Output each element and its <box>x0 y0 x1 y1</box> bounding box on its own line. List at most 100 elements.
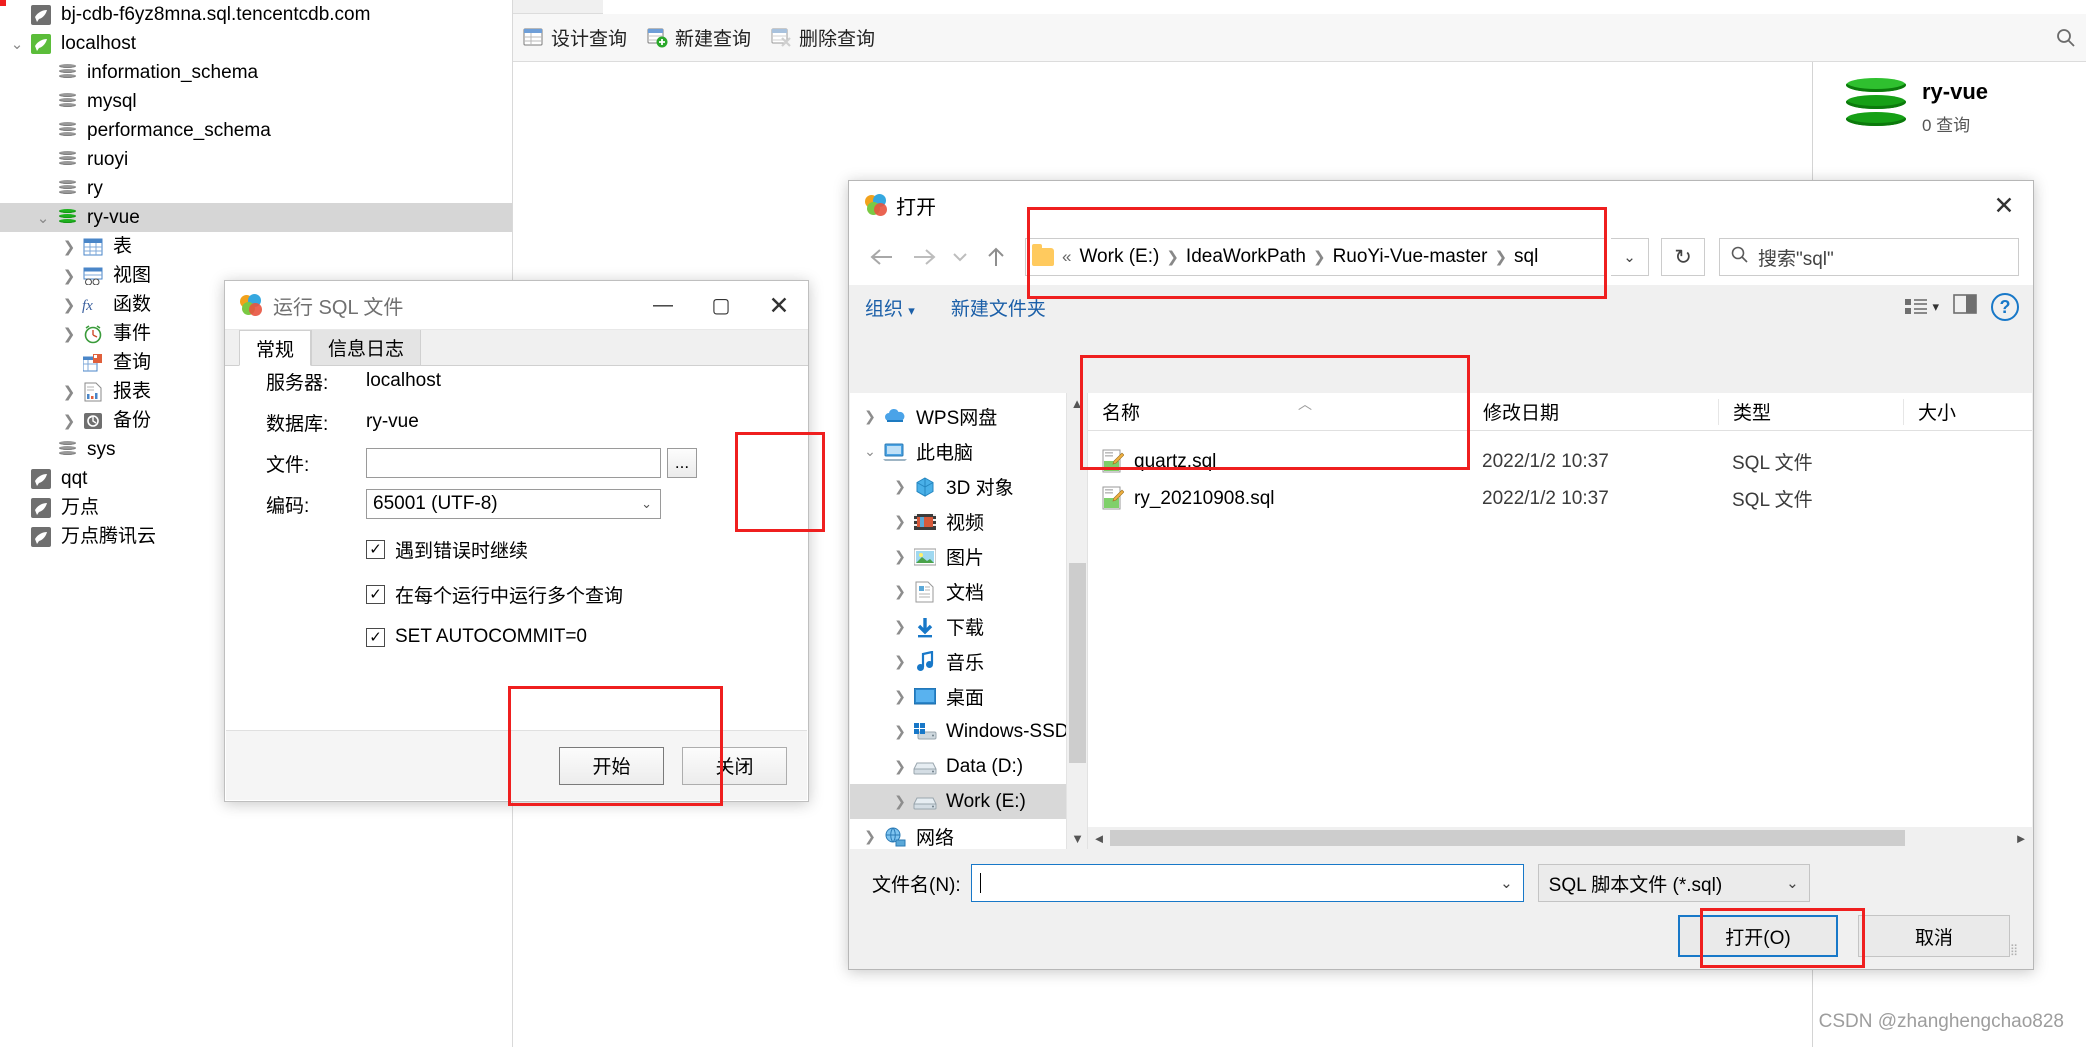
resize-grip[interactable]: ⣿ <box>2010 945 2024 962</box>
tree-item-information_schema[interactable]: ❯information_schema <box>0 58 512 87</box>
nav-pane-item-6[interactable]: ❯ 下载 <box>850 609 1066 644</box>
chevron-right-icon[interactable]: ❯ <box>58 325 80 343</box>
chevron-right-icon[interactable]: ❯ <box>58 383 80 401</box>
nav-pane-item-11[interactable]: ❯ Work (E:) <box>850 784 1066 819</box>
design-query-button[interactable]: 设计查询 <box>523 24 627 51</box>
tree-item-performance_schema[interactable]: ❯performance_schema <box>0 116 512 145</box>
file-path-input[interactable] <box>366 448 661 478</box>
breadcrumb[interactable]: « Work (E:) ❯ IdeaWorkPath ❯ RuoYi-Vue-m… <box>1025 238 1607 276</box>
preview-pane-button[interactable] <box>1953 294 1977 320</box>
nav-pane-item-12[interactable]: ❯ 网络 <box>850 819 1066 849</box>
open-button[interactable]: 打开(O) <box>1678 915 1838 957</box>
view-layout-button[interactable]: ▾ <box>1905 298 1939 316</box>
table-row[interactable]: quartz.sql 2022/1/2 10:37 SQL 文件 <box>1088 445 2032 478</box>
breadcrumb-item-2[interactable]: RuoYi-Vue-master <box>1333 246 1488 268</box>
navigation-pane-scrollbar[interactable]: ▲ ▼ <box>1066 393 1087 849</box>
tab-general[interactable]: 常规 <box>239 330 312 366</box>
tree-item-ry[interactable]: ❯ry <box>0 174 512 203</box>
chevron-right-icon[interactable]: ❯ <box>888 478 912 495</box>
column-header-type[interactable]: 类型 <box>1718 398 1903 425</box>
chevron-right-icon[interactable]: ❯ <box>888 758 912 775</box>
chevron-right-icon[interactable]: ❯ <box>58 296 80 314</box>
query-search-icon[interactable] <box>2046 22 2086 54</box>
maximize-button[interactable]: ▢ <box>692 281 750 330</box>
tree-item-ry-vue[interactable]: ⌄ ry-vue <box>0 203 512 232</box>
breadcrumb-item-3[interactable]: sql <box>1514 246 1538 268</box>
nav-pane-item-2[interactable]: ❯ 3D 对象 <box>850 469 1066 504</box>
navigation-pane[interactable]: ❯ WPS网盘 ⌄ 此电脑 ❯ 3D 对象 ❯ 视频 ❯ 图片 ❯ 文档 ❯ 下载 ❯ 音乐 ❯ 桌面 ❯ Windo… <box>850 393 1066 849</box>
chevron-right-icon[interactable]: ❯ <box>888 793 912 810</box>
organize-button[interactable]: 组织 ▾ <box>865 294 915 321</box>
new-query-button[interactable]: 新建查询 <box>647 24 751 51</box>
chevron-right-icon[interactable]: ❯ <box>888 618 912 635</box>
refresh-icon[interactable]: ↻ <box>1661 238 1705 276</box>
encoding-select[interactable]: 65001 (UTF-8) ⌄ <box>366 489 661 519</box>
new-folder-button[interactable]: 新建文件夹 <box>951 294 1046 321</box>
scroll-up-icon[interactable]: ▲ <box>1067 393 1087 414</box>
nav-pane-item-9[interactable]: ❯ Windows-SSD ( <box>850 714 1066 749</box>
chevron-down-icon[interactable]: ⌄ <box>32 209 54 227</box>
chevron-down-icon[interactable]: ⌄ <box>858 443 882 460</box>
nav-pane-item-0[interactable]: ❯ WPS网盘 <box>850 399 1066 434</box>
nav-pane-item-8[interactable]: ❯ 桌面 <box>850 679 1066 714</box>
chevron-right-icon[interactable]: ❯ <box>888 688 912 705</box>
chevron-right-icon[interactable]: ❯ <box>888 653 912 670</box>
tab-message-log[interactable]: 信息日志 <box>311 329 422 365</box>
close-icon[interactable]: ✕ <box>1975 181 2033 230</box>
forward-button[interactable] <box>905 238 943 276</box>
scroll-left-icon[interactable]: ◄ <box>1088 828 1110 849</box>
help-icon[interactable]: ? <box>1991 293 2019 321</box>
chevron-right-icon[interactable]: ❯ <box>58 238 80 256</box>
chevron-right-icon[interactable]: ❯ <box>888 583 912 600</box>
delete-query-button[interactable]: 删除查询 <box>771 24 875 51</box>
close-button[interactable]: ✕ <box>750 281 808 330</box>
tree-item-mysql[interactable]: ❯mysql <box>0 87 512 116</box>
up-button[interactable] <box>977 238 1015 276</box>
back-button[interactable] <box>863 238 901 276</box>
scrollbar-thumb[interactable] <box>1110 830 1905 846</box>
tree-item-bj-cdb-f6yz8mna.sql.tencentcdb.com[interactable]: ❯ bj-cdb-f6yz8mna.sql.tencentcdb.com <box>0 0 512 29</box>
breadcrumb-item-0[interactable]: Work (E:) <box>1079 246 1159 268</box>
chevron-right-icon[interactable]: ❯ <box>888 723 912 740</box>
nav-pane-item-3[interactable]: ❯ 视频 <box>850 504 1066 539</box>
nav-pane-item-5[interactable]: ❯ 文档 <box>850 574 1066 609</box>
chevron-down-icon[interactable]: ⌄ <box>6 35 28 53</box>
chevron-right-icon[interactable]: ❯ <box>888 548 912 565</box>
file-type-filter-select[interactable]: SQL 脚本文件 (*.sql) ⌄ <box>1537 864 1810 902</box>
nav-pane-item-7[interactable]: ❯ 音乐 <box>850 644 1066 679</box>
chevron-right-icon[interactable]: ❯ <box>858 828 882 845</box>
chevron-down-icon[interactable]: ⌄ <box>1500 874 1513 892</box>
close-dialog-button[interactable]: 关闭 <box>682 746 787 785</box>
cancel-button[interactable]: 取消 <box>1858 915 2010 957</box>
tree-item-表[interactable]: ❯ 表 <box>0 232 512 261</box>
scroll-down-icon[interactable]: ▼ <box>1067 828 1088 849</box>
tree-item-localhost[interactable]: ⌄ localhost <box>0 29 512 58</box>
breadcrumb-dropdown-icon[interactable]: ⌄ <box>1611 238 1649 276</box>
file-list[interactable]: 名称 修改日期 类型 大小 ︿ quartz.sql 2022/1/2 10:3… <box>1087 393 2032 849</box>
filename-input[interactable]: ⌄ <box>970 864 1524 902</box>
chevron-right-icon[interactable]: ❯ <box>58 412 80 430</box>
browse-file-button[interactable]: ... <box>667 448 697 478</box>
breadcrumb-overflow[interactable]: « <box>1062 247 1071 267</box>
recent-locations-button[interactable] <box>947 238 973 276</box>
scroll-right-icon[interactable]: ► <box>2010 828 2032 849</box>
start-button[interactable]: 开始 <box>559 746 664 785</box>
scrollbar-thumb[interactable] <box>1069 563 1086 763</box>
chevron-right-icon[interactable]: ❯ <box>858 408 882 425</box>
chevron-right-icon[interactable]: ❯ <box>58 267 80 285</box>
minimize-button[interactable]: — <box>634 281 692 330</box>
chevron-right-icon[interactable]: ❯ <box>888 513 912 530</box>
checkbox-continue-on-error[interactable]: ✓ 遇到错误时继续 <box>366 536 807 563</box>
checkbox-set-autocommit[interactable]: ✓ SET AUTOCOMMIT=0 <box>366 626 807 648</box>
checkbox-multi-queries[interactable]: ✓ 在每个运行中运行多个查询 <box>366 581 807 608</box>
nav-pane-item-10[interactable]: ❯ Data (D:) <box>850 749 1066 784</box>
column-header-size[interactable]: 大小 <box>1903 398 1993 425</box>
column-header-name[interactable]: 名称 <box>1088 399 1468 425</box>
nav-pane-item-4[interactable]: ❯ 图片 <box>850 539 1066 574</box>
search-input[interactable]: 搜索"sql" <box>1719 238 2019 276</box>
tree-item-ruoyi[interactable]: ❯ruoyi <box>0 145 512 174</box>
column-header-modified[interactable]: 修改日期 <box>1468 398 1718 425</box>
nav-pane-item-1[interactable]: ⌄ 此电脑 <box>850 434 1066 469</box>
run-sql-dialog-titlebar[interactable]: 运行 SQL 文件 — ▢ ✕ <box>225 281 808 330</box>
open-dialog-titlebar[interactable]: 打开 ✕ <box>849 181 2033 229</box>
